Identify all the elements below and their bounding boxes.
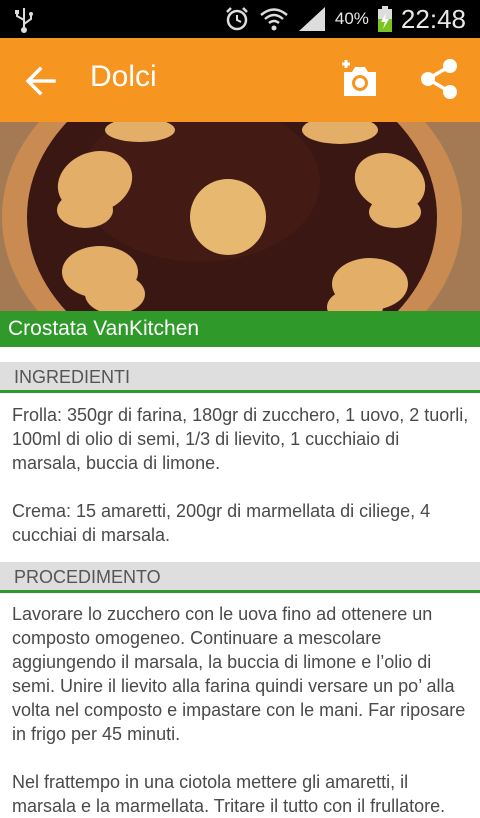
procedure-header: PROCEDIMENTO [0, 562, 480, 590]
status-bar: 40% 22:48 [0, 0, 480, 38]
add-photo-icon[interactable] [340, 60, 380, 100]
ingredients-crema: Crema: 15 amaretti, 200gr di marmellata … [12, 501, 431, 545]
app-bar: Dolci [0, 38, 480, 122]
signal-icon [298, 7, 325, 31]
share-icon[interactable] [418, 58, 460, 100]
section-divider [0, 390, 480, 393]
battery-icon [377, 6, 392, 32]
clock: 22:48 [400, 3, 466, 34]
section-divider [0, 590, 480, 593]
recipe-image[interactable]: Crostata VanKitchen [0, 122, 480, 347]
back-arrow-icon[interactable] [24, 64, 58, 98]
battery-percent: 40% [334, 9, 369, 28]
procedure-step-2: Nel frattempo in una ciotola mettere gli… [12, 772, 446, 816]
usb-icon [15, 8, 33, 33]
recipe-title: Crostata VanKitchen [0, 311, 480, 347]
alarm-icon [226, 7, 248, 31]
page-title: Dolci [90, 60, 157, 93]
ingredients-header: INGREDIENTI [0, 362, 480, 390]
procedure-step-1: Lavorare lo zucchero con le uova fino ad… [12, 604, 466, 744]
wifi-icon [260, 8, 288, 31]
ingredients-frolla: Frolla: 350gr di farina, 180gr di zucche… [12, 405, 469, 473]
